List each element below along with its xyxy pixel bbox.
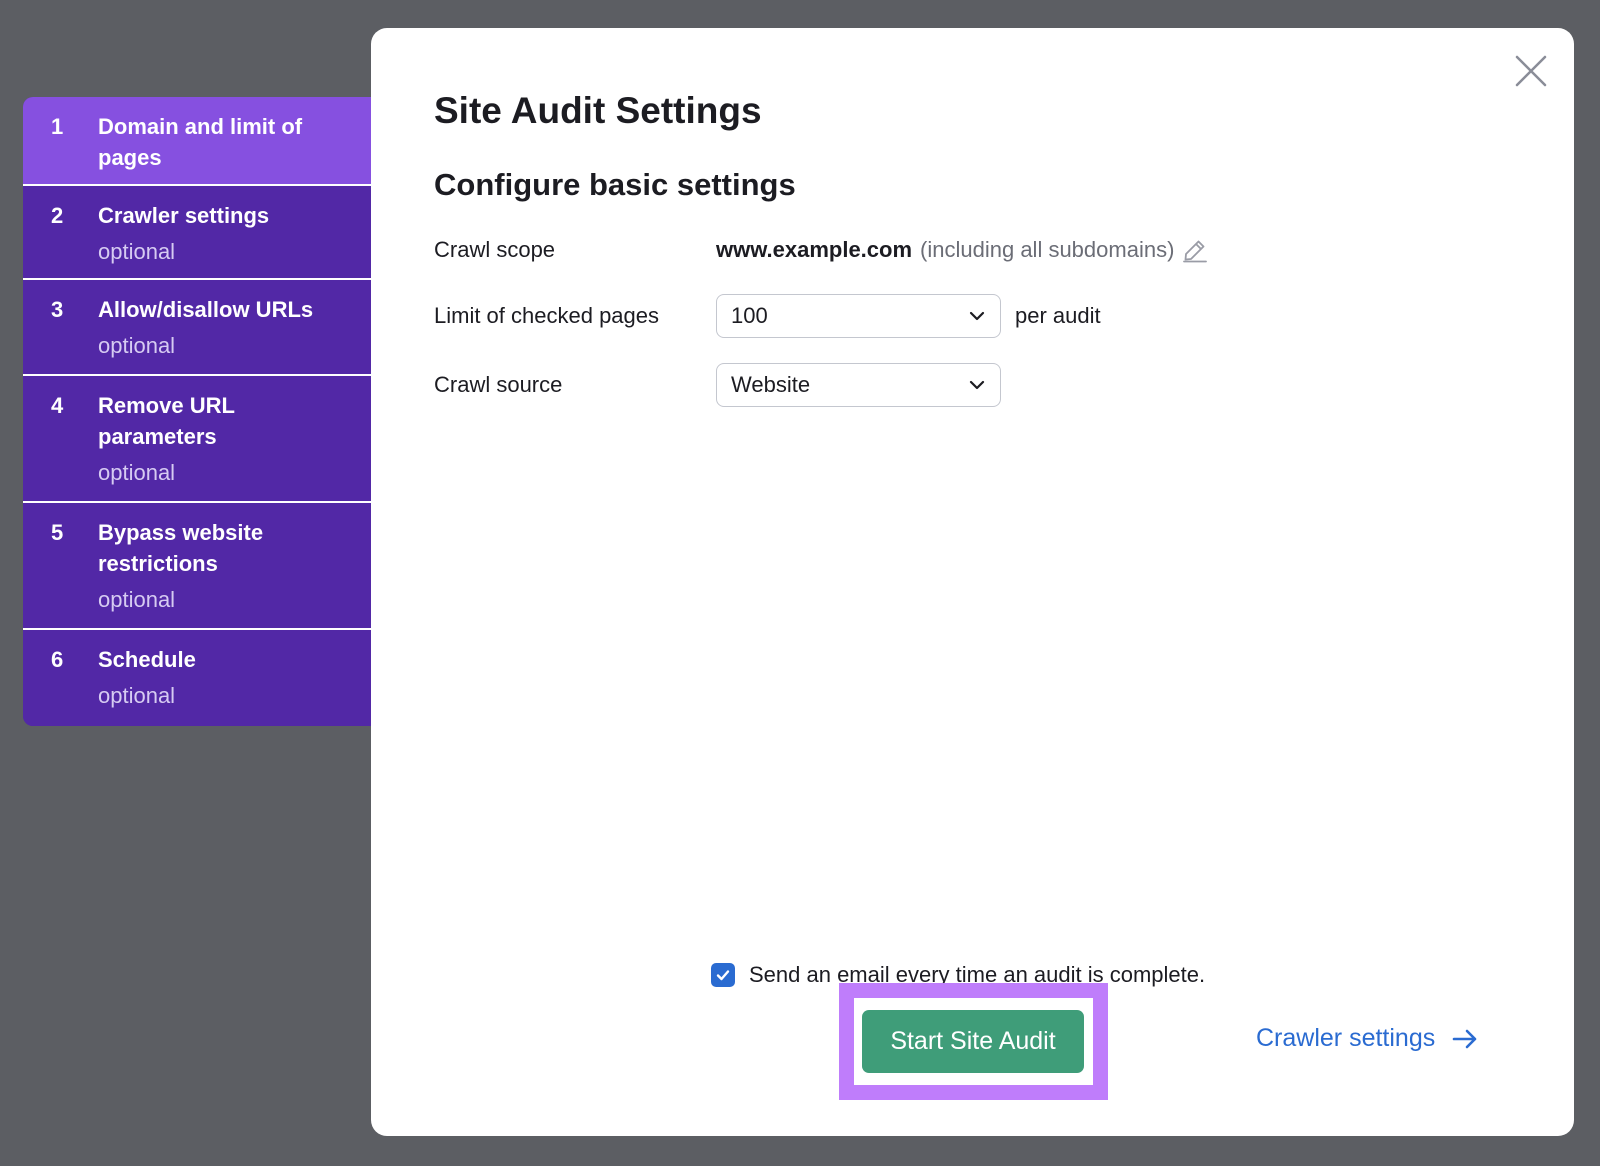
step-optional-label: optional — [98, 460, 176, 485]
step-optional-label: optional — [98, 587, 176, 612]
step-title: Bypass website restrictions — [98, 520, 264, 576]
step-number: 4 — [51, 393, 64, 418]
arrow-right-icon — [1452, 1029, 1477, 1048]
modal-subtitle: Configure basic settings — [434, 167, 796, 202]
step-bypass-website-restrictions[interactable]: 5 Bypass website restrictions optional — [23, 503, 372, 630]
step-number: 6 — [51, 647, 64, 672]
crawler-settings-link-label: Crawler settings — [1256, 1024, 1436, 1052]
step-title: Schedule — [98, 647, 196, 672]
crawl-source-row: Crawl source Website — [434, 363, 1001, 407]
limit-select-value: 100 — [731, 303, 768, 328]
start-site-audit-button[interactable]: Start Site Audit — [862, 1010, 1084, 1073]
crawl-scope-note: (including all subdomains) — [920, 237, 1175, 262]
crawler-settings-link[interactable]: Crawler settings — [1256, 1024, 1479, 1053]
step-title: Domain and limit of pages — [98, 114, 303, 170]
check-icon — [716, 970, 730, 981]
step-number: 2 — [51, 203, 64, 228]
modal-title: Site Audit Settings — [434, 90, 762, 131]
step-allow-disallow-urls[interactable]: 3 Allow/disallow URLs optional — [23, 280, 372, 376]
step-title: Allow/disallow URLs — [98, 297, 314, 322]
step-number: 5 — [51, 520, 64, 545]
crawl-scope-label: Crawl scope — [434, 237, 556, 262]
step-optional-label: optional — [98, 333, 176, 358]
close-icon — [1515, 55, 1547, 87]
step-number: 3 — [51, 297, 64, 322]
step-optional-label: optional — [98, 683, 176, 708]
step-title: Crawler settings — [98, 203, 270, 228]
chevron-down-icon — [969, 380, 985, 390]
limit-row: Limit of checked pages 100 per audit — [434, 294, 1101, 338]
crawl-source-label: Crawl source — [434, 372, 563, 397]
step-title: Remove URL parameters — [98, 393, 235, 449]
step-domain-and-limit[interactable]: 1 Domain and limit of pages — [23, 97, 372, 186]
site-audit-settings-modal: Site Audit Settings Configure basic sett… — [371, 28, 1574, 1136]
close-button[interactable] — [1512, 52, 1550, 90]
crawl-source-select-value: Website — [731, 372, 811, 397]
crawl-source-select[interactable]: Website — [716, 363, 1001, 407]
step-crawler-settings[interactable]: 2 Crawler settings optional — [23, 186, 372, 280]
step-number: 1 — [51, 114, 64, 139]
step-schedule[interactable]: 6 Schedule optional — [23, 630, 372, 726]
pencil-icon[interactable] — [1182, 237, 1208, 263]
crawl-scope-row: Crawl scope www.example.com (including a… — [434, 233, 1208, 267]
step-optional-label: optional — [98, 239, 176, 264]
email-checkbox[interactable] — [711, 963, 735, 987]
steps-sidebar: 1 Domain and limit of pages 2 Crawler se… — [23, 97, 372, 726]
limit-suffix: per audit — [1015, 303, 1101, 328]
limit-select[interactable]: 100 — [716, 294, 1001, 338]
limit-label: Limit of checked pages — [434, 303, 660, 328]
step-remove-url-parameters[interactable]: 4 Remove URL parameters optional — [23, 376, 372, 503]
crawl-scope-domain: www.example.com — [716, 237, 913, 262]
chevron-down-icon — [969, 311, 985, 321]
